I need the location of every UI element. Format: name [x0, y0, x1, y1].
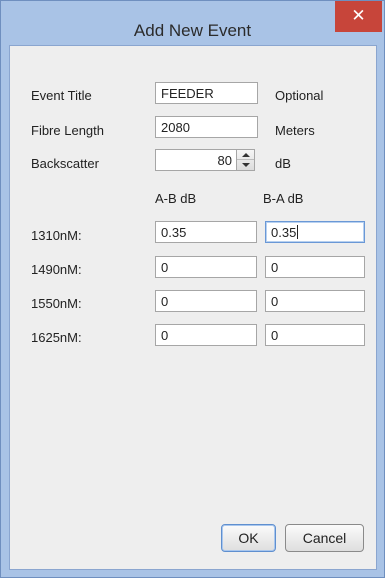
backscatter-unit: dB [275, 156, 291, 171]
loss-ab-1625-field[interactable]: 0 [155, 324, 257, 346]
column-header-ab: A-B dB [155, 191, 197, 206]
ok-button[interactable]: OK [221, 524, 276, 552]
cancel-button[interactable]: Cancel [285, 524, 364, 552]
loss-ba-1625-field[interactable]: 0 [265, 324, 365, 346]
text-caret [297, 225, 299, 239]
event-title-label: Event Title [31, 88, 92, 103]
dialog-body: Event Title FEEDER Optional Fibre Length… [9, 45, 377, 570]
spinner-up-button[interactable] [237, 150, 254, 160]
loss-ba-1310-field[interactable]: 0.35 [265, 221, 365, 243]
loss-ba-1490-field[interactable]: 0 [265, 256, 365, 278]
loss-ab-1550-field[interactable]: 0 [155, 290, 257, 312]
close-icon: ✕ [351, 6, 366, 25]
fibre-length-field[interactable]: 2080 [155, 116, 258, 138]
row-label-1550: 1550nM: [31, 296, 82, 311]
spinner-arrows [236, 150, 254, 170]
row-label-1490: 1490nM: [31, 262, 82, 277]
backscatter-label: Backscatter [31, 156, 99, 171]
chevron-up-icon [242, 153, 250, 157]
backscatter-spinner[interactable]: 80 [155, 149, 255, 171]
title-bar[interactable]: Add New Event ✕ [1, 1, 384, 45]
dialog-title: Add New Event [133, 21, 252, 40]
close-button[interactable]: ✕ [335, 1, 382, 32]
loss-ba-1310-value: 0.35 [271, 225, 297, 240]
spinner-down-button[interactable] [237, 160, 254, 170]
fibre-length-unit: Meters [275, 123, 315, 138]
dialog-window: Add New Event ✕ Event Title FEEDER Optio… [0, 0, 385, 578]
column-header-ba: B-A dB [263, 191, 304, 206]
loss-ba-1550-field[interactable]: 0 [265, 290, 365, 312]
row-label-1625: 1625nM: [31, 330, 82, 345]
backscatter-value[interactable]: 80 [218, 153, 232, 168]
event-title-field[interactable]: FEEDER [155, 82, 258, 104]
fibre-length-label: Fibre Length [31, 123, 104, 138]
loss-ab-1490-field[interactable]: 0 [155, 256, 257, 278]
loss-ab-1310-field[interactable]: 0.35 [155, 221, 257, 243]
chevron-down-icon [242, 163, 250, 167]
row-label-1310: 1310nM: [31, 228, 82, 243]
event-title-hint: Optional [275, 88, 324, 103]
